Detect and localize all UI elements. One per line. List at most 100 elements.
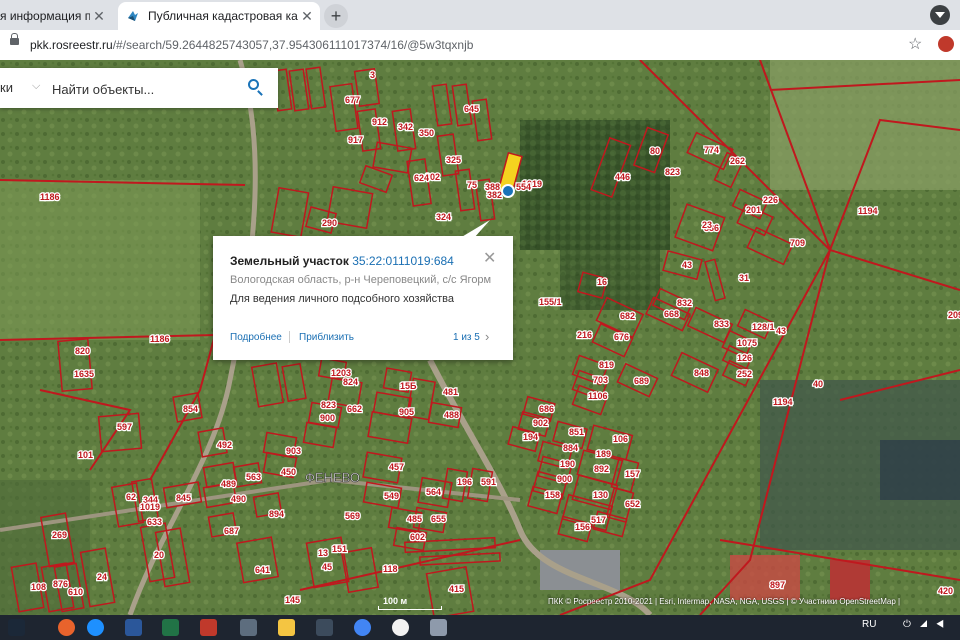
new-tab-button[interactable]: +	[324, 4, 348, 28]
parcel-number-label[interactable]: 894	[268, 508, 286, 521]
firefox-icon[interactable]	[58, 619, 75, 636]
tab-info[interactable]: я информация по об ✕	[0, 2, 112, 30]
chrome-icon[interactable]	[354, 619, 371, 636]
parcel-number-label[interactable]: 24	[96, 571, 109, 584]
parcel-number-label[interactable]: 446	[614, 171, 632, 184]
parcel-number-label[interactable]: 457	[388, 461, 406, 474]
parcel-number-label[interactable]: 1186	[39, 191, 61, 204]
parcel-number-label[interactable]: 682	[619, 310, 637, 323]
parcel-number-label[interactable]: 662	[346, 403, 364, 416]
parcel-number-label[interactable]: 774	[703, 144, 721, 157]
parcel-number-label[interactable]: 597	[116, 421, 134, 434]
parcel-number-label[interactable]: 845	[175, 492, 193, 505]
parcel-number-label[interactable]: 3	[369, 69, 377, 82]
parcel-number-label[interactable]: 912	[371, 116, 389, 129]
parcel-number-label[interactable]: 645	[463, 103, 481, 116]
parcel-number-label[interactable]: 823	[320, 399, 338, 412]
parcel-number-label[interactable]: 108	[30, 581, 48, 594]
parcel-number-label[interactable]: 897	[769, 579, 787, 592]
parcel-number-label[interactable]: 382	[486, 189, 504, 202]
parcel-number-label[interactable]: 1186	[149, 333, 171, 346]
parcel-number-label[interactable]: 145	[284, 594, 302, 607]
parcel-number-label[interactable]: 80	[649, 145, 662, 158]
parcel-number-label[interactable]: 823	[664, 166, 682, 179]
file-explorer-icon[interactable]	[278, 619, 295, 636]
parcel-number-label[interactable]: 481	[442, 386, 460, 399]
parcel-number-label[interactable]: 209	[947, 309, 960, 322]
bookmark-star-icon[interactable]: ☆	[908, 34, 922, 54]
parcel-number-label[interactable]: 903	[285, 445, 303, 458]
yandex-browser-icon[interactable]	[392, 619, 409, 636]
parcel-number-label[interactable]: 517	[590, 514, 608, 527]
parcel-number-label[interactable]: 201	[745, 204, 763, 217]
parcel-number-label[interactable]: 624	[413, 172, 431, 185]
details-link[interactable]: Подробнее	[230, 332, 282, 343]
parcel-number-label[interactable]: 892	[593, 463, 611, 476]
parcel-number-label[interactable]: 1075	[736, 337, 759, 350]
parcel-number-label[interactable]: 450	[280, 466, 298, 479]
parcel-number-label[interactable]: 189	[595, 448, 613, 461]
extension-icon[interactable]	[938, 36, 954, 52]
parcel-number-label[interactable]: 819	[598, 359, 616, 372]
parcel-number-label[interactable]: 489	[220, 478, 238, 491]
url-text[interactable]: pkk.rosreestr.ru/#/search/59.26448257430…	[30, 38, 473, 52]
parcel-number-label[interactable]: 876	[52, 578, 70, 591]
parcel-number-label[interactable]: 157	[624, 468, 642, 481]
parcel-number-label[interactable]: 130	[592, 489, 610, 502]
parcel-number-label[interactable]: 569	[344, 510, 362, 523]
parcel-number-label[interactable]: 1106	[587, 390, 609, 403]
parcel-number-label[interactable]: 677	[344, 94, 362, 107]
parcel-number-label[interactable]: 1194	[772, 396, 794, 409]
parcel-number-label[interactable]: 1194	[857, 205, 879, 218]
parcel-number-label[interactable]: 554	[515, 181, 533, 194]
parcel-number-label[interactable]: 252	[736, 368, 754, 381]
parcel-number-label[interactable]: 196	[456, 476, 474, 489]
parcel-number-label[interactable]: 13	[317, 547, 330, 560]
parcel-number-label[interactable]: 16	[596, 276, 609, 289]
location-marker-icon[interactable]	[501, 184, 515, 198]
parcel-number-label[interactable]: 158	[544, 489, 562, 502]
parcel-number-label[interactable]: 668	[663, 308, 681, 321]
media-player-icon[interactable]	[240, 619, 257, 636]
parcel-number-label[interactable]: 43	[775, 325, 788, 338]
parcel-number-label[interactable]: 610	[67, 586, 85, 599]
parcel-number-label[interactable]: 488	[443, 409, 461, 422]
parcel-number-label[interactable]: 703	[592, 374, 610, 387]
parcel-number-label[interactable]: 490	[230, 493, 248, 506]
zoom-in-link[interactable]: Приблизить	[299, 332, 354, 343]
parcel-number-label[interactable]: 324	[435, 211, 453, 224]
parcel-number-label[interactable]: 492	[216, 439, 234, 452]
parcel-number-label[interactable]: 687	[223, 525, 241, 538]
parcel-number-label[interactable]: 216	[576, 329, 594, 342]
parcel-number-label[interactable]: 194	[522, 431, 540, 444]
parcel-number-label[interactable]: 290	[321, 217, 339, 230]
parcel-number-label[interactable]: 652	[624, 498, 642, 511]
parcel-number-label[interactable]: 591	[480, 476, 498, 489]
search-input[interactable]	[50, 77, 234, 101]
parcel-number-label[interactable]: 824	[342, 376, 360, 389]
parcel-number-label[interactable]: 23	[701, 219, 714, 232]
parcel-number-label[interactable]: 269	[51, 529, 69, 542]
parcel-number-label[interactable]: 1635	[73, 368, 96, 381]
tab-close-icon[interactable]: ✕	[298, 8, 316, 25]
parcel-number-label[interactable]: 415	[448, 583, 466, 596]
parcel-number-label[interactable]: 833	[713, 318, 731, 331]
parcel-number-label[interactable]: 75	[466, 179, 479, 192]
parcel-number-label[interactable]: 118	[382, 563, 399, 576]
address-bar[interactable]: pkk.rosreestr.ru/#/search/59.26448257430…	[0, 30, 960, 61]
parcel-number-label[interactable]: 848	[693, 367, 711, 380]
parcel-number-label[interactable]: 902	[532, 417, 550, 430]
paint-icon[interactable]	[430, 619, 447, 636]
parcel-number-label[interactable]: 709	[789, 237, 807, 250]
tab-close-icon[interactable]: ✕	[90, 8, 108, 25]
parcel-number-label[interactable]: 602	[409, 531, 427, 544]
chevron-down-icon[interactable]: ⌵	[32, 80, 40, 93]
parcel-number-label[interactable]: 900	[556, 473, 574, 486]
parcel-number-label[interactable]: 854	[182, 403, 200, 416]
parcel-number-label[interactable]: 151	[331, 543, 349, 556]
parcel-number-label[interactable]: 101	[77, 449, 95, 462]
parcel-number-label[interactable]: 40	[812, 378, 825, 391]
pdf-reader-icon[interactable]	[200, 619, 217, 636]
parcel-number-label[interactable]: 686	[538, 403, 556, 416]
parcel-number-label[interactable]: 62	[125, 491, 138, 504]
